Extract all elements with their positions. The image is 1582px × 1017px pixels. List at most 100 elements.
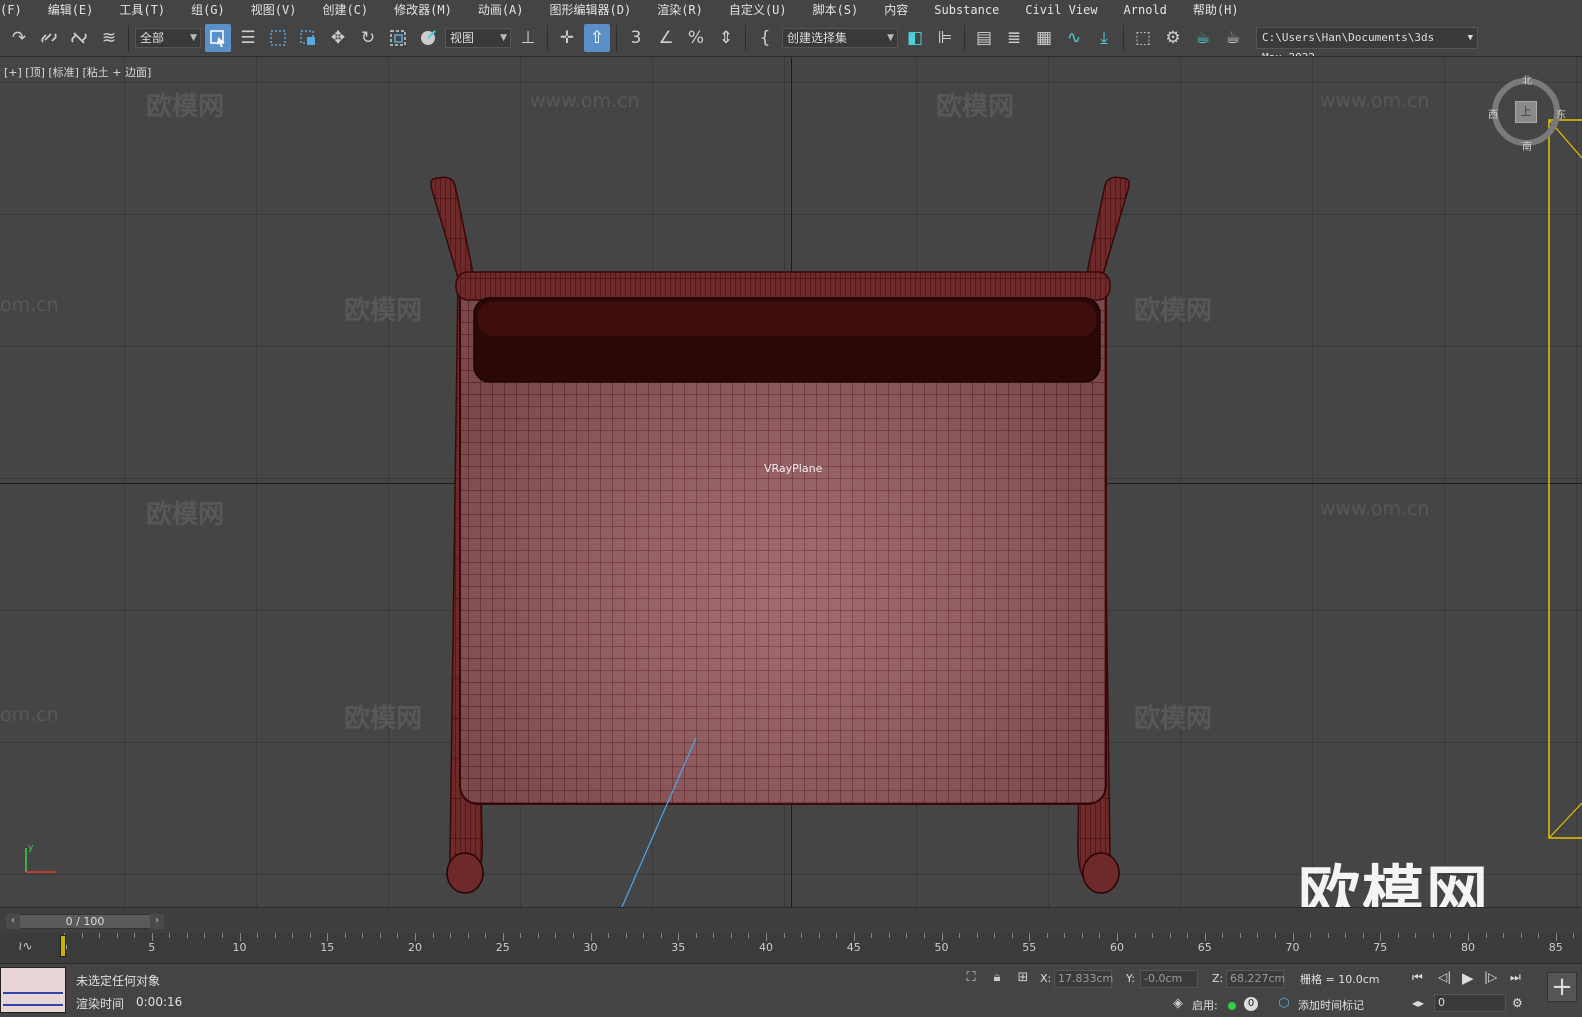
- menu-item[interactable]: 工具(T): [106, 0, 178, 20]
- x-coord-field[interactable]: 17.833cm: [1054, 970, 1113, 988]
- window-crossing-icon[interactable]: [295, 24, 321, 52]
- ruler-tick: [257, 933, 259, 938]
- ruler-tick: [1503, 933, 1505, 938]
- ruler-tick: [994, 933, 996, 938]
- reference-coordinate-dropdown[interactable]: 视图 ▼: [445, 28, 511, 48]
- menu-item[interactable]: 脚本(S): [800, 0, 872, 20]
- link-icon[interactable]: [36, 24, 62, 52]
- prev-key-icon[interactable]: ◁|: [1438, 970, 1451, 984]
- snap-toggle-icon[interactable]: 3: [623, 24, 649, 52]
- render-setup-icon[interactable]: ⚙: [1160, 24, 1186, 52]
- menu-item[interactable]: Civil View: [1012, 0, 1110, 20]
- redo-icon[interactable]: ↷: [6, 24, 32, 52]
- ruler-tick: [1538, 933, 1540, 938]
- ruler-tick: [1555, 933, 1557, 941]
- key-mode-icon[interactable]: ◂▸: [1412, 996, 1424, 1010]
- viewcube-face-top[interactable]: 上: [1515, 101, 1537, 123]
- bind-spacewarp-icon[interactable]: ≋: [96, 24, 122, 52]
- ruler-tick-label: 85: [1548, 941, 1563, 954]
- current-frame-field[interactable]: 0: [1434, 994, 1506, 1012]
- project-path-field[interactable]: C:\Users\Han\Documents\3ds Max 2022 ▼: [1256, 27, 1478, 56]
- rotate-icon[interactable]: ↻: [355, 24, 381, 52]
- render-icon[interactable]: ☕: [1220, 24, 1246, 52]
- mirror-icon[interactable]: ◧: [902, 24, 928, 52]
- menu-item[interactable]: 渲染(R): [644, 0, 716, 20]
- selection-filter-value: 全部: [140, 31, 165, 45]
- ribbon-icon[interactable]: ▦: [1031, 24, 1057, 52]
- material-editor-icon[interactable]: ⬚: [1130, 24, 1156, 52]
- time-slider-value: 0 / 100: [65, 915, 105, 928]
- curve-editor-icon[interactable]: ∿: [1061, 24, 1087, 52]
- add-time-tag[interactable]: 添加时间标记: [1298, 997, 1364, 1013]
- menu-item[interactable]: (F): [0, 0, 35, 20]
- prev-frame-icon[interactable]: ‹: [6, 914, 20, 929]
- adaptive-degradation-icon[interactable]: ◈: [1170, 996, 1186, 1012]
- percent-snap-icon[interactable]: %: [683, 24, 709, 52]
- ruler-tick: [766, 933, 767, 941]
- goto-end-icon[interactable]: ⏭: [1510, 970, 1521, 985]
- play-icon[interactable]: ▶: [1462, 969, 1474, 987]
- scene-explorer-icon[interactable]: ▤: [971, 24, 997, 52]
- mini-curve-editor-icon[interactable]: ≀∿: [18, 939, 33, 953]
- align-icon[interactable]: ⊫: [932, 24, 958, 52]
- lock-selection-icon[interactable]: 🔒︎: [989, 970, 1005, 986]
- track-bar[interactable]: ≀∿ 0510152025303540455055606570758085: [0, 933, 1582, 963]
- next-key-icon[interactable]: |▷: [1484, 970, 1497, 984]
- y-coord-field[interactable]: -0.0cm: [1140, 970, 1198, 988]
- unlink-icon[interactable]: [66, 24, 92, 52]
- ruler-tick: [1450, 933, 1452, 938]
- menu-item[interactable]: 视图(V): [238, 0, 310, 20]
- ruler-tick: [853, 933, 855, 941]
- menu-item[interactable]: 修改器(M): [381, 0, 465, 20]
- menu-item[interactable]: 动画(A): [465, 0, 537, 20]
- menu-item[interactable]: Substance: [921, 0, 1012, 20]
- isolate-selection-icon[interactable]: ⛶: [963, 970, 979, 986]
- viewcube[interactable]: 上: [1492, 78, 1560, 146]
- placement-icon[interactable]: [415, 24, 441, 52]
- maxscript-listener[interactable]: [0, 967, 66, 1013]
- time-config-icon[interactable]: ⚙: [1512, 996, 1523, 1010]
- ruler-tick: [239, 933, 241, 941]
- selection-filter-dropdown[interactable]: 全部 ▼: [135, 28, 201, 48]
- ruler-tick: [1415, 933, 1417, 938]
- ruler-tick: [783, 933, 785, 938]
- spinner-snap-icon[interactable]: ⇕: [713, 24, 739, 52]
- ruler-tick-label: 80: [1461, 941, 1475, 954]
- schematic-view-icon[interactable]: ⤓: [1091, 24, 1117, 52]
- render-time-value: 0:00:16: [136, 995, 183, 1009]
- ruler-tick: [1310, 933, 1312, 938]
- move-icon[interactable]: ✥: [325, 24, 351, 52]
- rendered-frame-icon[interactable]: ☕: [1190, 24, 1216, 52]
- ruler-tick: [274, 933, 276, 938]
- goto-start-icon[interactable]: ⏮: [1412, 970, 1423, 985]
- menu-item[interactable]: 编辑(E): [35, 0, 107, 20]
- z-coord-field[interactable]: 68.227cm: [1226, 970, 1285, 988]
- absolute-mode-icon[interactable]: ⊞: [1015, 970, 1031, 986]
- add-viewport-icon[interactable]: +: [1547, 972, 1577, 1002]
- menu-item[interactable]: 组(G): [178, 0, 238, 20]
- keyboard-shortcut-icon[interactable]: ⇧: [584, 24, 610, 52]
- select-object-icon[interactable]: [205, 24, 231, 52]
- scale-icon[interactable]: [385, 24, 411, 52]
- menu-item[interactable]: 内容: [871, 0, 921, 20]
- rect-region-icon[interactable]: [265, 24, 291, 52]
- time-slider[interactable]: ‹ 0 / 100 ›: [6, 914, 164, 929]
- menu-item[interactable]: 自定义(U): [716, 0, 800, 20]
- track-ruler[interactable]: 0510152025303540455055606570758085: [61, 933, 1582, 963]
- menu-item[interactable]: 图形编辑器(D): [537, 0, 645, 20]
- ruler-tick: [1046, 933, 1048, 938]
- angle-snap-icon[interactable]: ∠: [653, 24, 679, 52]
- pivot-icon[interactable]: ⊥: [515, 24, 541, 52]
- next-frame-icon[interactable]: ›: [150, 914, 164, 929]
- menu-item[interactable]: Arnold: [1111, 0, 1180, 20]
- layer-explorer-icon[interactable]: ≣: [1001, 24, 1027, 52]
- named-selection-dropdown[interactable]: 创建选择集 ▼: [782, 28, 898, 48]
- menu-item[interactable]: 帮助(H): [1180, 0, 1252, 20]
- select-by-name-icon[interactable]: ☰: [235, 24, 261, 52]
- viewport-top[interactable]: 欧模网 www.om.cn 欧模网 www.om.cn om.cn 欧模网 ww…: [0, 58, 1582, 907]
- menu-item[interactable]: 创建(C): [309, 0, 381, 20]
- edit-named-sets-icon[interactable]: {: [752, 24, 778, 52]
- current-frame-marker[interactable]: [60, 935, 66, 957]
- time-tag-icon[interactable]: ⬡: [1276, 996, 1292, 1012]
- manipulate-icon[interactable]: ✛: [554, 24, 580, 52]
